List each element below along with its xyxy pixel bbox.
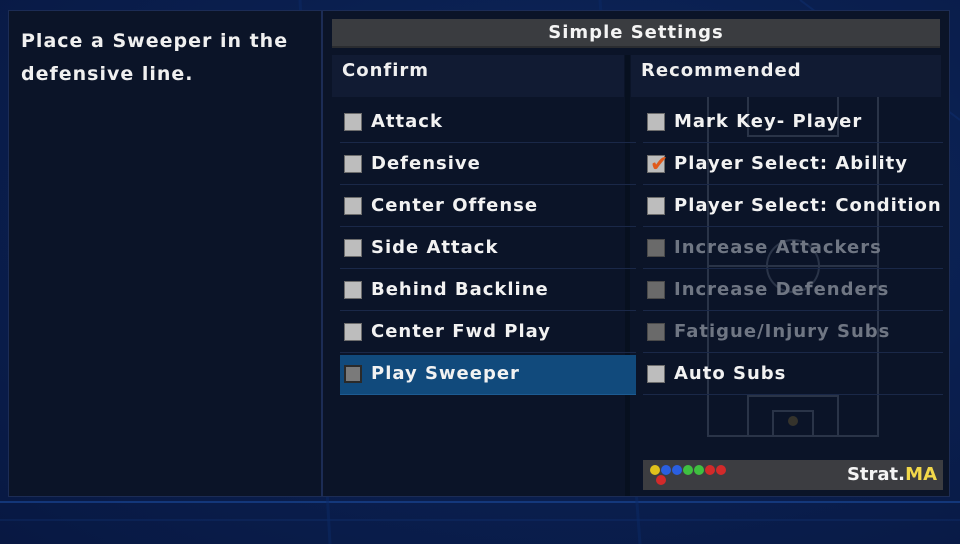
checkbox-side-attack[interactable] <box>344 239 362 257</box>
checkbox-player-select-ability[interactable]: ✔ <box>647 152 668 177</box>
option-label: Center Offense <box>371 195 539 216</box>
checkbox-increase-defenders <box>647 281 665 299</box>
recommended-column-header: Recommended <box>631 55 941 97</box>
settings-title: Simple Settings <box>548 22 724 43</box>
checkbox-fatigue-injury-subs <box>647 323 665 341</box>
team-color-dots-icon <box>650 465 726 485</box>
option-label: Side Attack <box>371 237 499 258</box>
option-row-defensive[interactable]: Defensive <box>340 145 636 185</box>
option-label: Auto Subs <box>674 363 787 384</box>
option-row-increase-defenders[interactable]: Increase Defenders <box>643 271 943 311</box>
option-row-fatigue-injury-subs[interactable]: Fatigue/Injury Subs <box>643 313 943 353</box>
strategy-footer: Strat. MA <box>643 460 943 490</box>
option-row-player-select-condition[interactable]: Player Select: Condition <box>643 187 943 227</box>
option-label: Center Fwd Play <box>371 321 551 342</box>
checkbox-increase-attackers <box>647 239 665 257</box>
checkbox-center-offense[interactable] <box>344 197 362 215</box>
checkbox-mark-key-player[interactable] <box>647 113 665 131</box>
option-row-center-offense[interactable]: Center Offense <box>340 187 636 227</box>
checkbox-behind-backline[interactable] <box>344 281 362 299</box>
checkbox-player-select-condition[interactable] <box>647 197 665 215</box>
description-text: Place a Sweeper in the defensive line. <box>21 30 289 85</box>
strategy-value: MA <box>905 464 937 485</box>
checkbox-attack[interactable] <box>344 113 362 131</box>
checkbox-auto-subs[interactable] <box>647 365 665 383</box>
option-row-increase-attackers[interactable]: Increase Attackers <box>643 229 943 269</box>
checkbox-center-fwd-play[interactable] <box>344 323 362 341</box>
option-row-player-select-ability[interactable]: ✔ Player Select: Ability <box>643 145 943 185</box>
checkbox-defensive[interactable] <box>344 155 362 173</box>
option-label: Fatigue/Injury Subs <box>674 321 891 342</box>
option-row-play-sweeper[interactable]: Play Sweeper <box>340 355 636 395</box>
option-label: Attack <box>371 111 443 132</box>
option-row-auto-subs[interactable]: Auto Subs <box>643 355 943 395</box>
option-row-mark-key-player[interactable]: Mark Key- Player <box>643 103 943 143</box>
checkbox-play-sweeper[interactable] <box>344 365 362 383</box>
checkmark-icon: ✔ <box>650 152 669 177</box>
strategy-label: Strat. <box>846 464 905 485</box>
confirm-column-header: Confirm <box>332 55 624 97</box>
option-label: Player Select: Ability <box>674 153 908 174</box>
description-panel: Place a Sweeper in the defensive line. <box>8 10 322 497</box>
option-label: Behind Backline <box>371 279 549 300</box>
option-label: Increase Defenders <box>674 279 890 300</box>
simple-settings-panel: Simple Settings Confirm Recommended Atta… <box>322 10 950 497</box>
option-label: Player Select: Condition <box>674 195 942 216</box>
option-row-side-attack[interactable]: Side Attack <box>340 229 636 269</box>
settings-title-bar: Simple Settings <box>332 19 940 48</box>
option-label: Play Sweeper <box>371 363 520 384</box>
option-row-center-fwd-play[interactable]: Center Fwd Play <box>340 313 636 353</box>
option-label: Increase Attackers <box>674 237 882 258</box>
option-row-attack[interactable]: Attack <box>340 103 636 143</box>
option-label: Mark Key- Player <box>674 111 863 132</box>
option-label: Defensive <box>371 153 481 174</box>
option-row-behind-backline[interactable]: Behind Backline <box>340 271 636 311</box>
